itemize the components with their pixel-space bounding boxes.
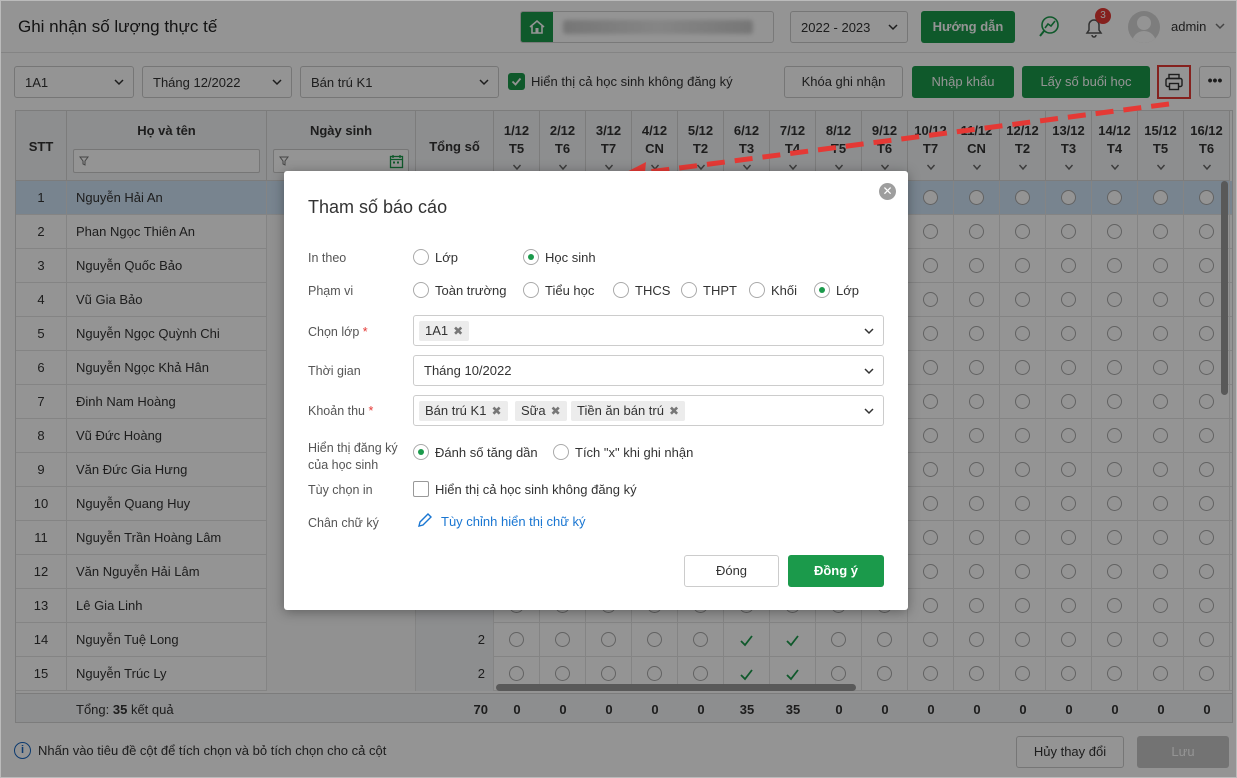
time-select-value: Tháng 10/2022 xyxy=(424,363,512,378)
app-window: Ghi nhận số lượng thực tế 2022 - 2023 Hư… xyxy=(0,0,1237,778)
scope-secondary-radio[interactable] xyxy=(613,282,629,298)
print-by-student-radio[interactable] xyxy=(523,249,539,265)
scope-school-radio[interactable] xyxy=(413,282,429,298)
scope-primary-label[interactable]: Tiểu học xyxy=(545,283,594,298)
display-number-radio[interactable] xyxy=(413,444,429,460)
print-by-label: In theo xyxy=(308,251,347,265)
display-label-line2: của học sinh xyxy=(308,458,379,472)
fee-label: Khoản thu * xyxy=(308,404,374,418)
display-label-line1: Hiển thị đăng ký xyxy=(308,441,398,455)
signature-customize-link[interactable]: Tùy chỉnh hiển thị chữ ký xyxy=(441,514,586,529)
time-label: Thời gian xyxy=(308,364,361,378)
remove-tag-icon[interactable]: ✖ xyxy=(453,324,463,338)
print-by-class-label[interactable]: Lớp xyxy=(435,250,458,265)
pencil-icon[interactable] xyxy=(416,512,433,529)
print-option-label: Tùy chọn in xyxy=(308,483,373,497)
scope-highschool-label[interactable]: THPT xyxy=(703,283,737,298)
remove-tag-icon[interactable]: ✖ xyxy=(551,404,561,418)
remove-tag-icon[interactable]: ✖ xyxy=(669,404,679,418)
chevron-down-icon xyxy=(864,328,874,335)
report-params-modal: Tham số báo cáo ✕ In theo Lớp Học sinh P… xyxy=(284,171,908,610)
scope-secondary-label[interactable]: THCS xyxy=(635,283,670,298)
scope-primary-radio[interactable] xyxy=(523,282,539,298)
modal-ok-button[interactable]: Đồng ý xyxy=(788,555,884,587)
scope-label: Phạm vi xyxy=(308,284,354,298)
fee-tag: Tiền ăn bán trú ✖ xyxy=(571,401,686,421)
modal-close-button[interactable]: Đóng xyxy=(684,555,779,587)
display-tick-label[interactable]: Tích "x" khi ghi nhận xyxy=(575,445,693,460)
chevron-down-icon xyxy=(864,408,874,415)
class-label: Chọn lớp * xyxy=(308,325,368,339)
scope-class-radio[interactable] xyxy=(814,282,830,298)
print-by-student-label[interactable]: Học sinh xyxy=(545,250,596,265)
fee-tag: Sữa ✖ xyxy=(515,401,567,421)
print-by-class-radio[interactable] xyxy=(413,249,429,265)
scope-grade-label[interactable]: Khối xyxy=(771,283,797,298)
close-icon[interactable]: ✕ xyxy=(879,183,896,200)
scope-highschool-radio[interactable] xyxy=(681,282,697,298)
class-multiselect[interactable]: 1A1 ✖ xyxy=(413,315,884,346)
scope-school-label[interactable]: Toàn trường xyxy=(435,283,506,298)
class-tag: 1A1 ✖ xyxy=(419,321,470,341)
time-select[interactable]: Tháng 10/2022 xyxy=(413,355,884,386)
signature-label: Chân chữ ký xyxy=(308,516,379,530)
chevron-down-icon xyxy=(864,368,874,375)
fee-multiselect[interactable]: Bán trú K1 ✖ Sữa ✖ Tiền ăn bán trú ✖ xyxy=(413,395,884,426)
scope-grade-radio[interactable] xyxy=(749,282,765,298)
scope-class-label[interactable]: Lớp xyxy=(836,283,859,298)
display-number-label[interactable]: Đánh số tăng dần xyxy=(435,445,538,460)
modal-title: Tham số báo cáo xyxy=(308,197,448,217)
fee-tag: Bán trú K1 ✖ xyxy=(419,401,508,421)
print-unregistered-checkbox[interactable] xyxy=(413,481,429,497)
remove-tag-icon[interactable]: ✖ xyxy=(491,404,501,418)
print-unregistered-label[interactable]: Hiển thị cả học sinh không đăng ký xyxy=(435,482,637,497)
display-tick-radio[interactable] xyxy=(553,444,569,460)
